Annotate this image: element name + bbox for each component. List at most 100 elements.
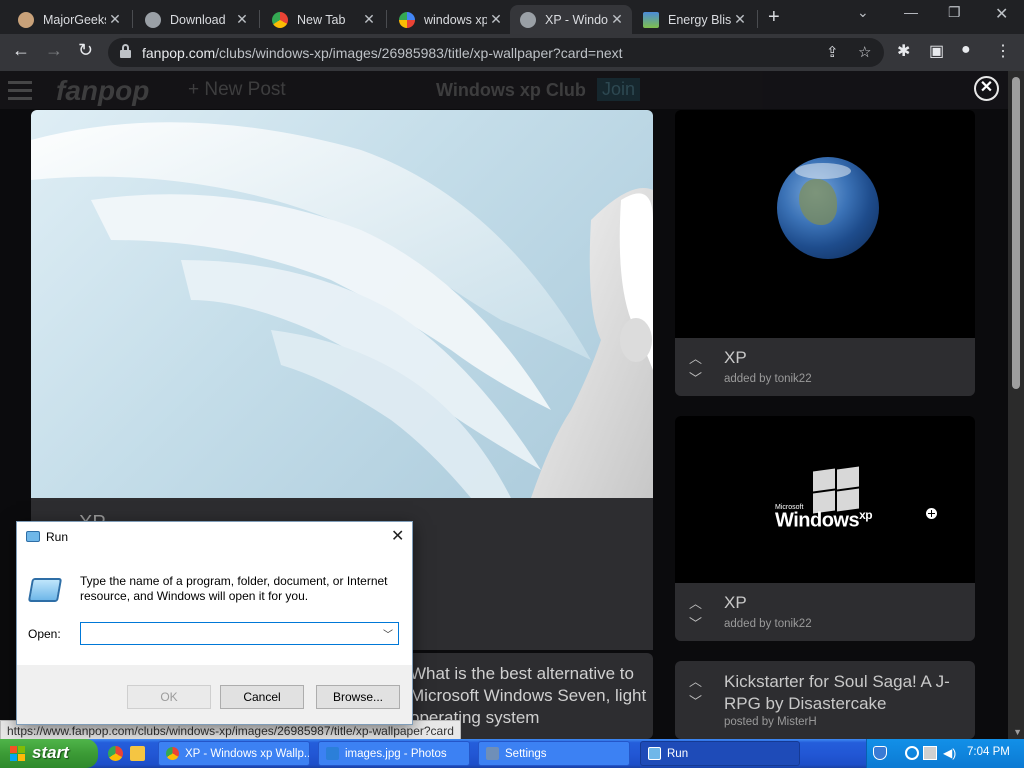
window-close-icon[interactable]: ✕ xyxy=(995,4,1008,24)
address-bar[interactable]: fanpop.com/clubs/windows-xp/images/26985… xyxy=(108,38,884,67)
tab-label: Download xyxy=(170,12,226,27)
tab-windows-xp-search[interactable]: windows xp ✕ xyxy=(389,5,511,34)
upvote-chevron-icon[interactable]: ︿ xyxy=(689,593,709,612)
restore-icon[interactable]: ❐ xyxy=(948,4,961,21)
task-photos[interactable]: images.jpg - Photos xyxy=(318,741,470,766)
open-label: Open: xyxy=(28,627,61,641)
hamburger-menu-icon[interactable] xyxy=(8,81,32,105)
chrome-icon xyxy=(166,747,179,760)
globe-favicon-icon xyxy=(520,11,536,28)
cancel-button[interactable]: Cancel xyxy=(220,685,304,709)
globe-favicon-icon xyxy=(145,11,161,28)
tab-energy-bliss[interactable]: Energy Blis ✕ xyxy=(633,5,755,34)
tab-new-tab[interactable]: New Tab ✕ xyxy=(262,5,384,34)
extensions-puzzle-icon[interactable]: ✱ xyxy=(897,41,910,61)
earth-thumbnail[interactable] xyxy=(675,110,975,338)
side-card-earth[interactable]: ︿ ﹀ XP added by tonik22 xyxy=(675,110,975,396)
new-tab-plus-icon[interactable]: + xyxy=(768,6,780,29)
volume-icon[interactable]: ◀) xyxy=(943,746,957,760)
network-icon[interactable] xyxy=(923,746,937,760)
tab-close-icon[interactable]: ✕ xyxy=(608,11,626,28)
sync-icon[interactable] xyxy=(905,746,919,760)
upvote-chevron-icon[interactable]: ︿ xyxy=(689,671,709,690)
kickstarter-title[interactable]: Kickstarter for Soul Saga! A J-RPG by Di… xyxy=(724,671,964,715)
forward-arrow-icon[interactable]: → xyxy=(45,40,63,61)
folder-quicklaunch-icon[interactable] xyxy=(130,746,145,761)
open-input[interactable] xyxy=(80,622,399,645)
task-chrome[interactable]: XP - Windows xp Wallp... xyxy=(158,741,310,766)
tab-close-icon[interactable]: ✕ xyxy=(731,11,749,28)
join-button[interactable]: Join xyxy=(597,78,641,101)
tab-search-chevron-icon[interactable]: ⌄ xyxy=(857,4,869,21)
upvote-chevron-icon[interactable]: ︿ xyxy=(689,348,709,367)
mouse-cursor-icon xyxy=(926,508,937,519)
windows-flag-icon xyxy=(10,746,26,761)
run-app-icon xyxy=(26,531,40,542)
fanpop-header: fanpop + New Post Windows xp Club Join xyxy=(0,71,1008,109)
side-card-author[interactable]: added by tonik22 xyxy=(724,373,812,385)
scrollbar-thumb[interactable] xyxy=(1012,77,1020,389)
share-icon[interactable]: ⇪ xyxy=(826,43,839,61)
fanpop-logo[interactable]: fanpop xyxy=(56,75,149,107)
task-run[interactable]: Run xyxy=(640,741,800,766)
more-menu-icon[interactable]: ⋮ xyxy=(995,41,1011,61)
downvote-chevron-icon[interactable]: ﹀ xyxy=(689,613,709,632)
bookmark-star-icon[interactable]: ☆ xyxy=(858,43,871,61)
side-card-title[interactable]: XP xyxy=(724,348,747,368)
tab-xp-windows[interactable]: XP - Windo ✕ xyxy=(510,5,632,34)
tab-close-icon[interactable]: ✕ xyxy=(233,11,251,28)
majorgeeks-favicon-icon xyxy=(18,11,34,28)
tab-download[interactable]: Download ✕ xyxy=(135,5,257,34)
run-dialog-titlebar[interactable]: Run ✕ xyxy=(17,522,412,552)
reload-icon[interactable]: ↻ xyxy=(78,40,93,61)
club-title[interactable]: Windows xp Club xyxy=(436,80,586,101)
windows-flag-icon xyxy=(813,466,863,514)
page-scrollbar[interactable]: ▼ xyxy=(1008,71,1024,739)
tab-separator xyxy=(386,10,387,28)
open-dropdown-chevron-icon[interactable]: ﹀ xyxy=(383,626,393,641)
windows-xp-logo: Microsoft Windowsxp xyxy=(775,466,885,538)
back-arrow-icon[interactable]: ← xyxy=(12,40,30,61)
tab-close-icon[interactable]: ✕ xyxy=(360,11,378,28)
profile-avatar-icon[interactable]: ● xyxy=(961,41,971,59)
downvote-chevron-icon[interactable]: ﹀ xyxy=(689,691,709,710)
scroll-down-arrow-icon[interactable]: ▼ xyxy=(1013,727,1022,737)
clock[interactable]: 7:04 PM xyxy=(967,746,1010,758)
url-text[interactable]: fanpop.com/clubs/windows-xp/images/26985… xyxy=(142,45,623,61)
task-settings[interactable]: Settings xyxy=(478,741,630,766)
side-card-windows-logo[interactable]: Microsoft Windowsxp ︿ ﹀ XP added by toni… xyxy=(675,416,975,641)
run-close-icon[interactable]: ✕ xyxy=(391,526,404,546)
windows-logo-thumbnail[interactable]: Microsoft Windowsxp xyxy=(675,416,975,583)
tab-majorgeeks[interactable]: MajorGeeks ✕ xyxy=(8,5,130,34)
start-label: start xyxy=(32,743,69,762)
lock-icon[interactable] xyxy=(120,44,131,58)
tab-strip: MajorGeeks ✕ Download ✕ New Tab ✕ window… xyxy=(0,0,1024,34)
new-post-button[interactable]: + New Post xyxy=(188,79,286,101)
tab-close-icon[interactable]: ✕ xyxy=(487,11,505,28)
chrome-quicklaunch-icon[interactable] xyxy=(108,746,123,761)
task-label: XP - Windows xp Wallp... xyxy=(185,747,310,760)
browse-button[interactable]: Browse... xyxy=(316,685,400,709)
side-panel-icon[interactable]: ▣ xyxy=(929,41,944,61)
run-icon xyxy=(648,747,661,760)
run-program-icon xyxy=(27,578,63,602)
task-label: Run xyxy=(667,747,689,760)
minimize-icon[interactable]: — xyxy=(904,4,918,20)
energy-bliss-favicon-icon xyxy=(643,11,659,28)
task-label: Settings xyxy=(505,747,547,760)
kickstarter-card[interactable]: ︿ ﹀ Kickstarter for Soul Saga! A J-RPG b… xyxy=(675,661,975,739)
tab-close-icon[interactable]: ✕ xyxy=(106,11,124,28)
side-card-title[interactable]: XP xyxy=(724,593,747,613)
side-card-author[interactable]: added by tonik22 xyxy=(724,618,812,630)
downvote-chevron-icon[interactable]: ﹀ xyxy=(689,368,709,387)
lightbox-close-icon[interactable]: ✕ xyxy=(974,76,999,101)
ok-button[interactable]: OK xyxy=(127,685,211,709)
kickstarter-author[interactable]: posted by MisterH xyxy=(724,716,817,728)
start-button[interactable]: start xyxy=(0,739,98,768)
xp-angel-wallpaper-image[interactable] xyxy=(31,110,653,498)
side-card-info: ︿ ﹀ XP added by tonik22 xyxy=(675,338,975,396)
run-dialog: Run ✕ Type the name of a program, folder… xyxy=(16,521,413,725)
taskbar: start XP - Windows xp Wallp... images.jp… xyxy=(0,739,1024,768)
google-favicon-icon xyxy=(399,11,415,28)
security-shield-icon[interactable] xyxy=(873,746,887,760)
